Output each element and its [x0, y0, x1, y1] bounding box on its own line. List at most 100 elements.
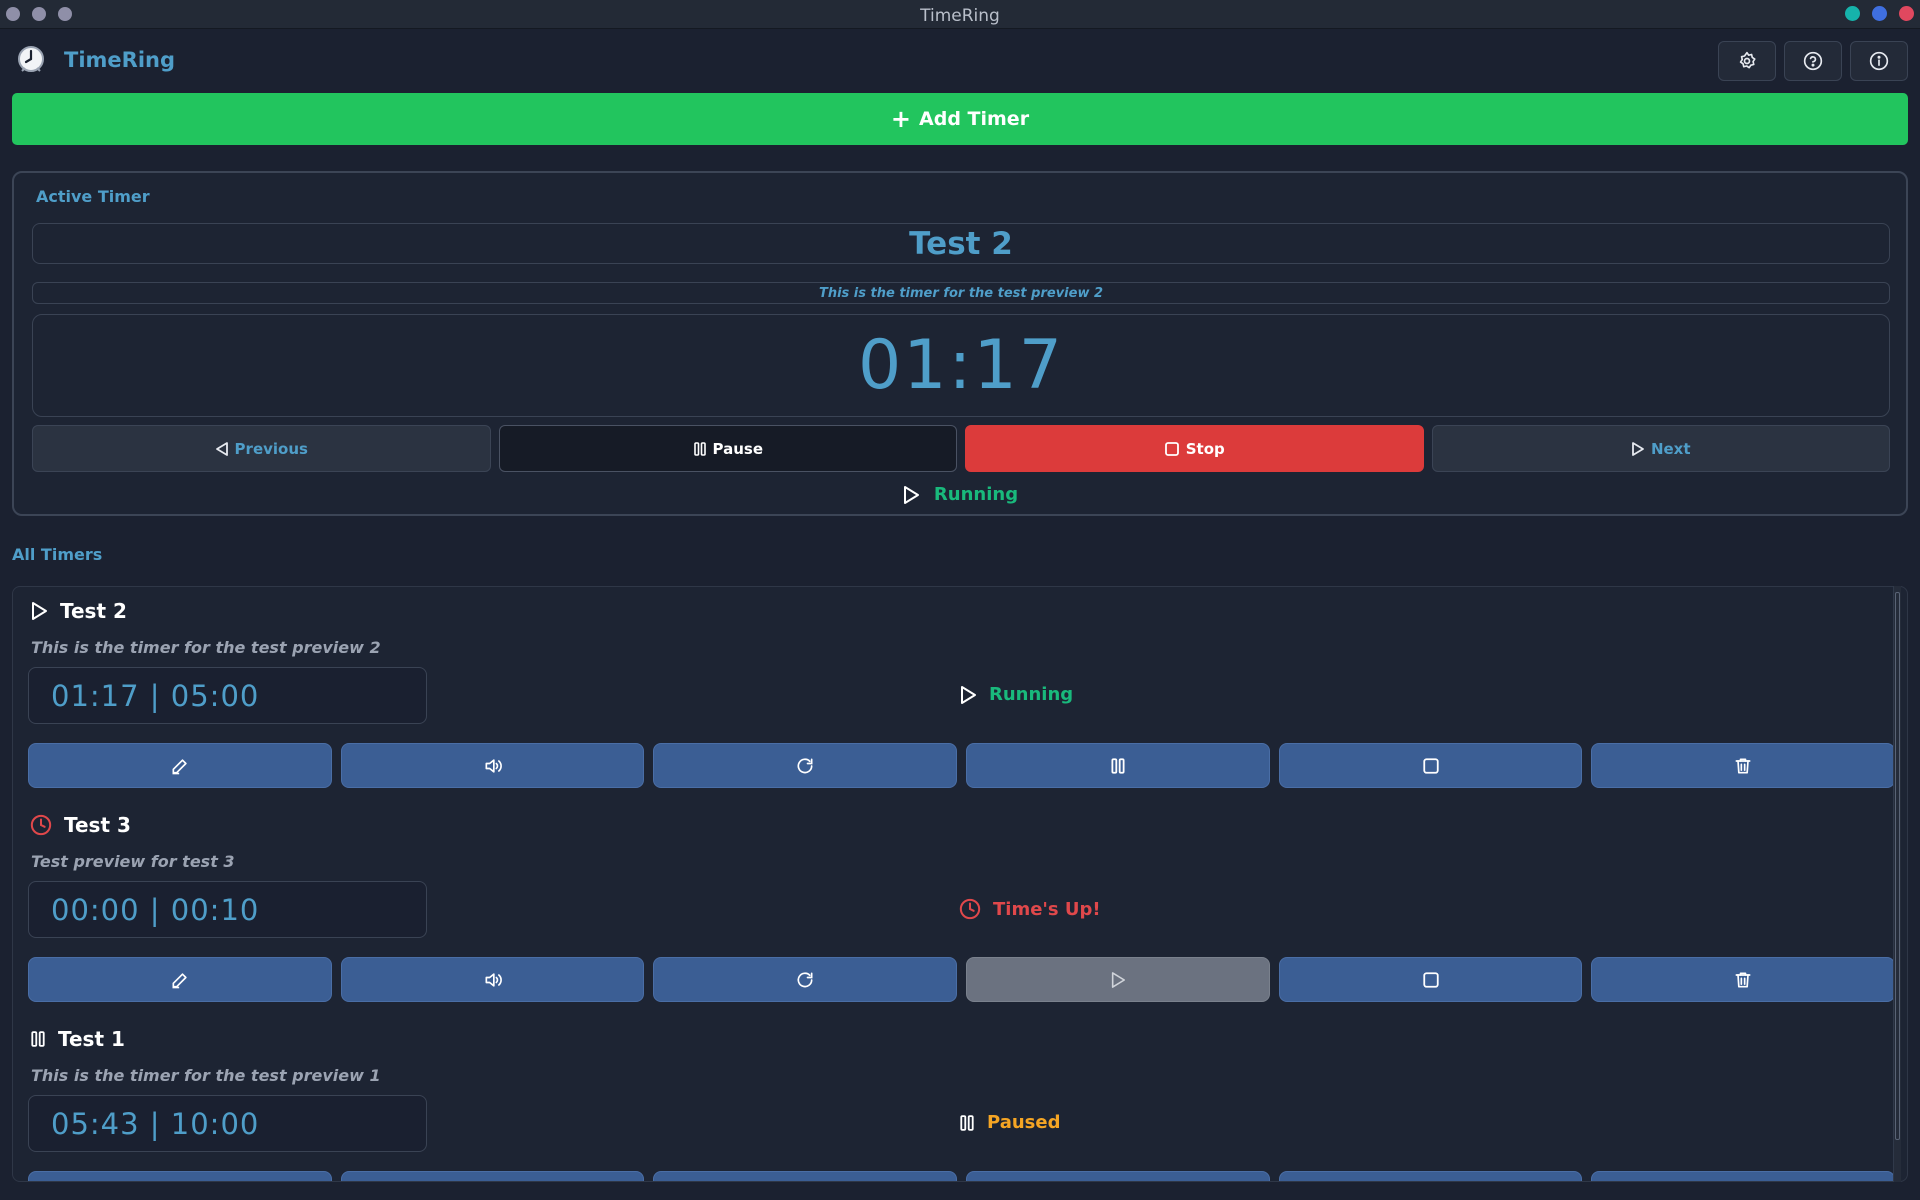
timer-status: Running [959, 684, 1073, 705]
reset-button[interactable] [653, 743, 958, 788]
timer-name: Test 2 [60, 599, 127, 623]
timer-header: Test 3 [30, 813, 131, 837]
active-timer-status: Running [14, 484, 1906, 505]
active-timer-panel: Active Timer Test 2 This is the timer fo… [12, 171, 1908, 516]
timer-description: Test preview for test 3 [31, 852, 235, 871]
settings-gear-icon [1739, 51, 1756, 69]
speaker-icon [485, 758, 502, 773]
sound-button[interactable] [340, 1171, 645, 1181]
timer-description: This is the timer for the test preview 2 [31, 638, 381, 657]
delete-button[interactable] [1591, 743, 1896, 788]
pause-icon [693, 441, 706, 456]
stop-label: Stop [1185, 439, 1225, 458]
info-button[interactable] [1850, 41, 1908, 81]
next-triangle-icon [1632, 441, 1644, 456]
active-status-label: Running [933, 484, 1019, 505]
window-minimize-button[interactable] [1845, 6, 1860, 21]
play-icon [903, 485, 919, 504]
timer-item-test-2: Test 2 This is the timer for the test pr… [13, 587, 1896, 801]
timer-time-display: 01:17 | 05:00 [28, 667, 427, 724]
timer-list: Test 2 This is the timer for the test pr… [12, 586, 1908, 1182]
clock-icon [30, 814, 52, 836]
timer-item-test-3: Test 3 Test preview for test 3 00:00 | 0… [13, 801, 1896, 1015]
next-button[interactable]: Next [1431, 425, 1890, 472]
active-timer-description: This is the timer for the test preview 2 [32, 282, 1890, 304]
active-timer-section-label: Active Timer [36, 187, 150, 206]
reset-button[interactable] [653, 957, 958, 1002]
sound-button[interactable] [340, 957, 645, 1002]
info-circle-icon [1869, 51, 1889, 71]
pause-button[interactable]: Pause [498, 425, 957, 472]
timer-header: Test 2 [30, 599, 127, 623]
active-timer-name: Test 2 [32, 223, 1890, 264]
trash-icon [1735, 758, 1751, 773]
stop-square-icon [1422, 971, 1439, 988]
timer-status-label: Running [989, 684, 1074, 705]
timer-status-label: Time's Up! [993, 898, 1101, 920]
edit-button[interactable] [28, 957, 332, 1002]
app-name: TimeRing [64, 48, 175, 72]
help-button[interactable] [1784, 41, 1842, 81]
add-timer-label: Add Timer [919, 108, 1030, 130]
stop-button[interactable] [1278, 1171, 1583, 1181]
sound-button[interactable] [340, 743, 645, 788]
timer-actions [28, 743, 1896, 788]
window-title: TimeRing [920, 6, 1000, 26]
window-right-controls [1845, 6, 1914, 21]
timer-header: Test 1 [30, 1027, 125, 1051]
edit-button[interactable] [28, 743, 332, 788]
play-icon [1111, 971, 1125, 988]
pencil-icon [172, 972, 187, 988]
timer-status: Time's Up! [959, 898, 1101, 920]
timer-time-display: 05:43 | 10:00 [28, 1095, 427, 1152]
play-button[interactable] [966, 957, 1270, 1002]
clock-icon [959, 898, 981, 920]
timer-list-scroll-thumb[interactable] [1895, 592, 1900, 1140]
pause-label: Pause [712, 439, 764, 458]
previous-triangle-icon [215, 441, 228, 456]
delete-button[interactable] [1591, 1171, 1896, 1181]
window-titlebar: TimeRing [0, 0, 1920, 29]
play-button[interactable] [966, 1171, 1270, 1181]
previous-button[interactable]: Previous [32, 425, 491, 472]
settings-button[interactable] [1718, 41, 1776, 81]
clock-logo-icon [16, 44, 46, 74]
stop-button[interactable] [1278, 743, 1583, 788]
pencil-icon [172, 758, 187, 774]
trash-icon [1735, 972, 1751, 987]
stop-button[interactable]: Stop [965, 425, 1424, 472]
active-timer-controls: Previous Pause Stop Next [32, 425, 1890, 472]
delete-button[interactable] [1591, 957, 1896, 1002]
speaker-icon [485, 972, 502, 987]
timer-description: This is the timer for the test preview 1 [31, 1066, 381, 1085]
next-label: Next [1650, 439, 1691, 458]
active-timer-countdown: 01:17 [32, 314, 1890, 417]
timer-status-label: Paused [987, 1112, 1061, 1133]
header-buttons [1718, 41, 1908, 81]
window-close-button[interactable] [1899, 6, 1914, 21]
stop-square-icon [1164, 441, 1179, 456]
pause-icon [1111, 757, 1125, 774]
timer-time-display: 00:00 | 00:10 [28, 881, 427, 938]
timer-name: Test 3 [64, 813, 131, 837]
window-maximize-button[interactable] [1872, 6, 1887, 21]
timer-item-test-1: Test 1 This is the timer for the test pr… [13, 1015, 1896, 1181]
edit-button[interactable] [28, 1171, 332, 1181]
all-timers-section-label: All Timers [12, 545, 103, 564]
pause-icon [31, 1031, 45, 1047]
timer-status: Paused [959, 1112, 1060, 1133]
plus-icon: + [890, 105, 912, 133]
refresh-icon [797, 757, 813, 773]
timer-actions [28, 1171, 1896, 1181]
stop-button[interactable] [1278, 957, 1583, 1002]
previous-label: Previous [234, 439, 308, 458]
help-circle-icon [1803, 51, 1823, 71]
pause-button[interactable] [966, 743, 1270, 788]
pause-icon [960, 1114, 974, 1131]
refresh-icon [797, 971, 813, 987]
reset-button[interactable] [653, 1171, 958, 1181]
timer-name: Test 1 [58, 1027, 125, 1051]
add-timer-button[interactable]: + Add Timer [12, 93, 1908, 145]
play-icon [32, 602, 47, 620]
play-icon [961, 685, 976, 704]
